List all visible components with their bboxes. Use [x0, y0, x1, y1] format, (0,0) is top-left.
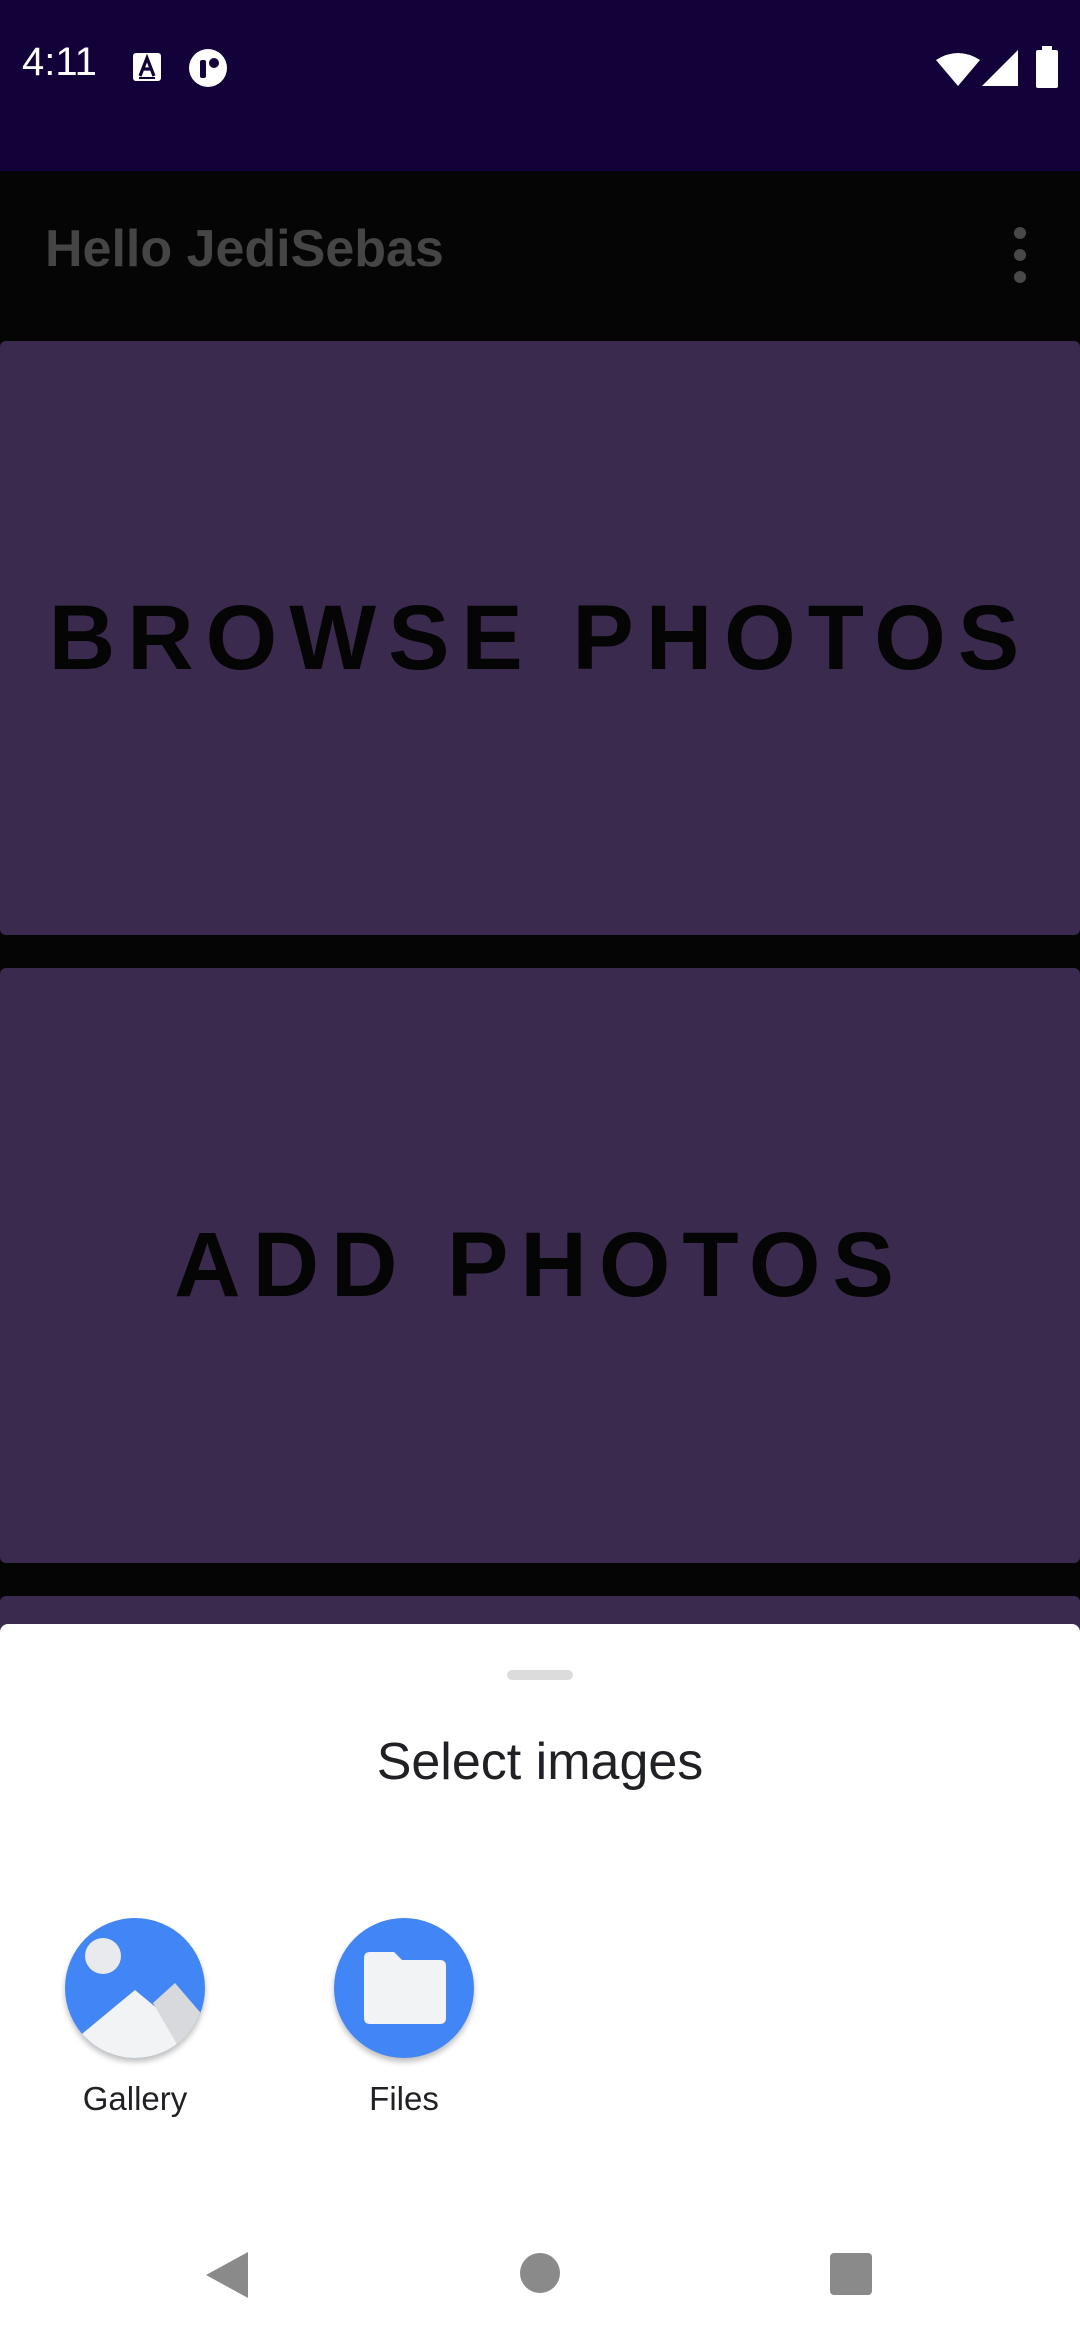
- home-icon[interactable]: [520, 2253, 560, 2293]
- files-label: Files: [369, 2080, 439, 2117]
- a-notification-icon: [133, 53, 161, 81]
- wifi-icon: [936, 53, 980, 86]
- gallery-label: Gallery: [82, 2080, 188, 2117]
- back-icon[interactable]: [204, 2250, 250, 2300]
- more-vert-icon[interactable]: [960, 211, 1080, 301]
- battery-icon: [1036, 46, 1058, 88]
- add-photos-button[interactable]: ADD PHOTOS: [0, 968, 1080, 1563]
- add-photos-label: ADD PHOTOS: [174, 1214, 906, 1316]
- status-bar: 4:11: [0, 0, 1080, 171]
- browse-photos-button[interactable]: BROWSE PHOTOS: [0, 341, 1080, 935]
- recents-icon[interactable]: [830, 2253, 872, 2295]
- navigation-bar: [0, 2200, 1080, 2340]
- app-bar: Hello JediSebas: [0, 171, 1080, 341]
- status-time: 4:11: [22, 40, 97, 84]
- signal-icon: [982, 50, 1018, 86]
- gallery-icon: [65, 1918, 205, 2058]
- browse-photos-label: BROWSE PHOTOS: [48, 586, 1032, 689]
- sheet-title: Select images: [376, 1733, 704, 1791]
- app-title: Hello JediSebas: [45, 220, 444, 278]
- folder-icon: [334, 1918, 474, 2058]
- drag-handle[interactable]: [507, 1670, 573, 1680]
- record-icon: [189, 49, 227, 87]
